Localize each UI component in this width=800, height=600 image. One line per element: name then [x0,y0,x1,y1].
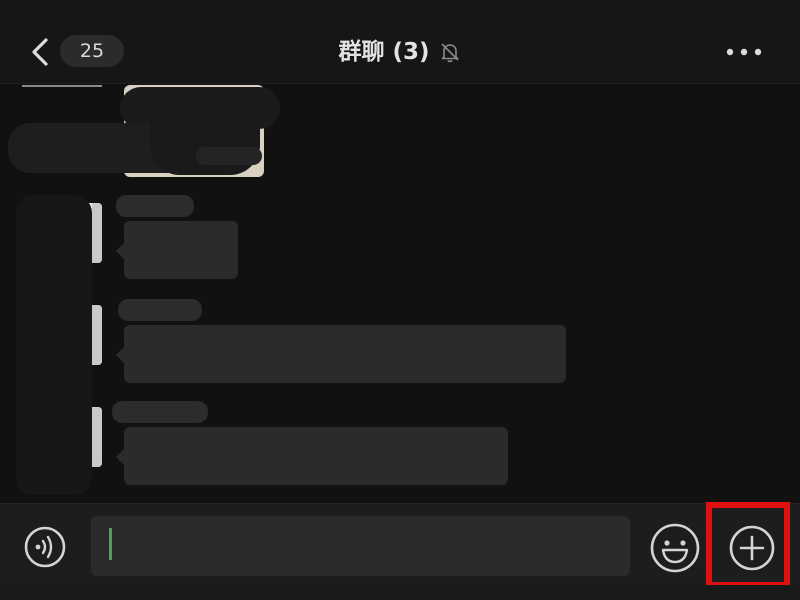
bottom-strip [0,585,800,600]
avatar [22,85,102,87]
input-toolbar [0,503,800,585]
bell-off-icon [440,43,459,63]
voice-icon[interactable] [18,525,72,569]
emoji-icon[interactable] [648,521,702,575]
message-bubble[interactable] [116,427,508,485]
message-input[interactable] [91,516,630,576]
message-bubble[interactable] [116,221,238,279]
sender-name [112,401,208,423]
chat-header: 25 群聊 (3) [0,0,800,84]
title-area: 群聊 (3) [0,36,800,68]
redaction-mark [16,195,92,495]
message-list[interactable] [0,85,800,503]
plus-icon[interactable] [727,523,777,573]
sender-name [116,195,194,217]
more-dots-icon[interactable] [724,40,764,64]
name-bar [196,147,262,165]
message-bubble[interactable] [116,325,566,383]
text-caret [109,528,112,560]
sender-name [118,299,202,321]
chat-title: 群聊 (3) [338,39,430,65]
